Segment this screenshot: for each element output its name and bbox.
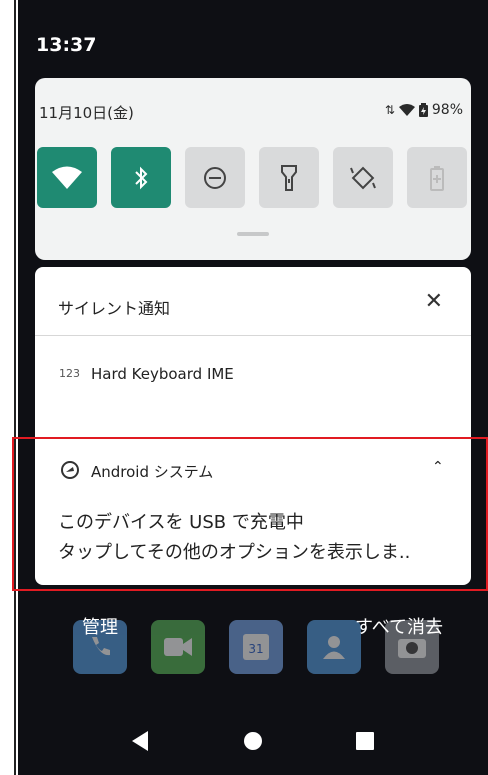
battery-status-icon [418,103,428,117]
close-icon[interactable]: ✕ [425,289,443,314]
clear-all-button[interactable]: すべて消去 [355,613,443,639]
silent-section-title: サイレント通知 [58,299,171,318]
keyboard-123-icon: 123 [59,367,80,380]
drag-handle[interactable] [237,232,269,236]
left-border [0,0,18,775]
rotate-icon [350,166,376,189]
system-app-name: Android システム [91,463,214,481]
do-not-disturb-icon [204,166,226,189]
wifi-status-icon [398,104,415,116]
contacts-app-icon [307,620,361,674]
bluetooth-icon [135,166,148,189]
meet-app-icon [151,620,205,674]
keyboard-notification[interactable]: Hard Keyboard IME [91,365,234,383]
svg-text:4: 4 [71,179,79,191]
date-label: 11月10日(金) [39,104,134,122]
usb-message-title: このデバイスを USB で充電中 [58,512,304,533]
status-time: 13:37 [36,34,97,56]
calendar-app-icon: 31 [229,620,283,674]
svg-text:31: 31 [248,642,263,656]
home-icon[interactable] [243,731,263,751]
back-icon[interactable] [130,730,150,752]
usb-message-body: タップしてその他のオプションを表示しま.. [58,542,411,563]
manage-button[interactable]: 管理 [82,613,118,639]
battery-saver-icon [430,165,444,191]
divider [35,335,471,336]
battery-saver-tile[interactable] [407,147,467,208]
flashlight-tile[interactable] [259,147,319,208]
collapse-chevron-icon[interactable]: ⌃ [432,459,444,475]
status-icons: ⇅ 98% [385,102,463,118]
wifi-tile[interactable]: 4 [37,147,97,208]
dnd-tile[interactable] [185,147,245,208]
battery-percent: 98% [431,102,463,118]
wifi-icon: 4 [52,166,82,191]
auto-rotate-tile[interactable] [333,147,393,208]
recents-icon[interactable] [355,731,375,751]
bluetooth-tile[interactable] [111,147,171,208]
android-system-icon [61,461,79,479]
data-arrows-icon: ⇅ [384,103,395,117]
flashlight-icon [281,164,297,191]
quick-settings-panel: 11月10日(金) ⇅ 98% 4 [35,78,471,260]
